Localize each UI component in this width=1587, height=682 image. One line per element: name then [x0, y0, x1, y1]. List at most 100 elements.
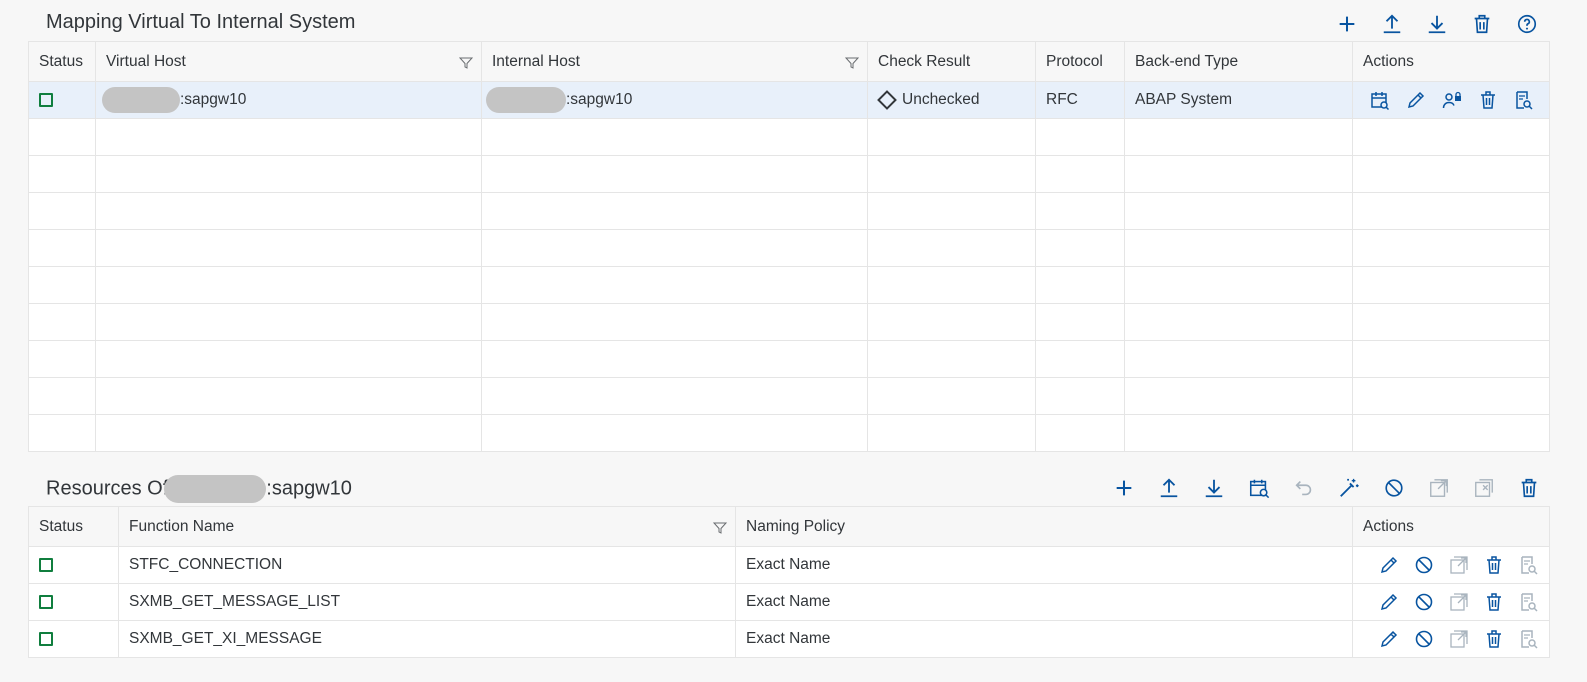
- function-name-cell: SXMB_GET_XI_MESSAGE: [118, 620, 736, 658]
- download-icon: [1205, 479, 1223, 498]
- delete-row-button[interactable]: [1484, 555, 1504, 576]
- delete-icon: [1521, 478, 1537, 498]
- filter-icon[interactable]: [713, 521, 727, 535]
- download-icon: [1428, 15, 1446, 34]
- col-status: Status: [28, 41, 96, 82]
- col-status: Status: [28, 506, 119, 547]
- help-button[interactable]: [1515, 12, 1539, 36]
- popout-button[interactable]: [1449, 592, 1469, 613]
- view-details-button[interactable]: [1519, 629, 1539, 650]
- empty-row: [28, 377, 1550, 415]
- add-icon: [1339, 16, 1355, 32]
- resource-row[interactable]: SXMB_GET_MESSAGE_LIST Exact Name: [28, 583, 1550, 621]
- upload-icon: [1160, 478, 1178, 498]
- popout-icon: [1430, 479, 1448, 497]
- status-ok-icon: [39, 92, 53, 107]
- view-details-button[interactable]: [1519, 555, 1539, 576]
- empty-cell: [1124, 118, 1353, 156]
- check-resource-button[interactable]: [1247, 476, 1271, 500]
- disable-button[interactable]: [1414, 555, 1434, 576]
- undo-button[interactable]: [1292, 476, 1316, 500]
- filter-icon[interactable]: [459, 56, 473, 70]
- upload-resource-button[interactable]: [1157, 476, 1181, 500]
- disable-button[interactable]: [1414, 629, 1434, 650]
- upload-button[interactable]: [1380, 12, 1404, 36]
- add-button[interactable]: [1335, 12, 1359, 36]
- download-resource-button[interactable]: [1202, 476, 1226, 500]
- empty-cell: [481, 414, 868, 452]
- edit-button[interactable]: [1379, 629, 1399, 650]
- disable-button[interactable]: [1414, 592, 1434, 613]
- empty-cell: [481, 377, 868, 415]
- empty-cell: [481, 118, 868, 156]
- expand-button[interactable]: [1427, 476, 1451, 500]
- mapping-row[interactable]: :sapgw10 :sapgw10 Unchecked RFC ABAP Sys…: [28, 81, 1550, 119]
- col-virtual-host[interactable]: Virtual Host: [95, 41, 482, 82]
- delete-icon: [1487, 593, 1501, 611]
- status-cell: [28, 583, 119, 621]
- actions-cell: [1352, 583, 1550, 621]
- empty-cell: [1035, 340, 1125, 378]
- delete-row-button[interactable]: [1477, 90, 1498, 111]
- view-details-button[interactable]: [1519, 592, 1539, 613]
- resource-row[interactable]: SXMB_GET_XI_MESSAGE Exact Name: [28, 620, 1550, 658]
- empty-cell: [867, 155, 1036, 193]
- resources-header-row: Status Function Name Naming Policy Actio…: [28, 506, 1550, 547]
- delete-button[interactable]: [1470, 12, 1494, 36]
- delete-row-button[interactable]: [1484, 592, 1504, 613]
- resource-row[interactable]: STFC_CONNECTION Exact Name: [28, 546, 1550, 584]
- empty-row: [28, 155, 1550, 193]
- empty-cell: [1124, 414, 1353, 452]
- col-actions: Actions: [1352, 41, 1550, 82]
- collapse-button[interactable]: [1472, 476, 1496, 500]
- empty-cell: [28, 266, 96, 304]
- protocol-cell: RFC: [1035, 81, 1125, 119]
- undo-icon: [1295, 480, 1312, 496]
- empty-cell: [481, 340, 868, 378]
- delete-icon: [1487, 556, 1501, 574]
- col-internal-host[interactable]: Internal Host: [481, 41, 868, 82]
- add-resource-button[interactable]: [1112, 476, 1136, 500]
- empty-cell: [1124, 303, 1353, 341]
- empty-row: [28, 303, 1550, 341]
- pencil-icon: [1380, 593, 1398, 611]
- empty-cell: [1035, 266, 1125, 304]
- virtual-host-cell: :sapgw10: [95, 81, 482, 119]
- status-ok-icon: [39, 594, 53, 609]
- col-virtual-host-label: Virtual Host: [106, 52, 186, 70]
- empty-cell: [1035, 155, 1125, 193]
- internal-host-cell: :sapgw10: [481, 81, 868, 119]
- empty-row: [28, 118, 1550, 156]
- empty-cell: [1352, 266, 1550, 304]
- empty-cell: [1352, 377, 1550, 415]
- popout-button[interactable]: [1449, 629, 1469, 650]
- principal-access-button[interactable]: [1441, 90, 1462, 111]
- disable-button[interactable]: [1382, 476, 1406, 500]
- empty-cell: [95, 192, 482, 230]
- upload-icon: [1383, 14, 1401, 34]
- empty-cell: [1035, 192, 1125, 230]
- empty-cell: [481, 266, 868, 304]
- edit-button[interactable]: [1405, 90, 1426, 111]
- wizard-button[interactable]: [1337, 476, 1361, 500]
- check-availability-button[interactable]: [1369, 90, 1390, 111]
- internal-host-value: :sapgw10: [566, 91, 633, 109]
- col-function-name[interactable]: Function Name: [118, 506, 736, 547]
- function-name-cell: SXMB_GET_MESSAGE_LIST: [118, 583, 736, 621]
- edit-button[interactable]: [1379, 592, 1399, 613]
- empty-cell: [28, 340, 96, 378]
- col-naming-policy: Naming Policy: [735, 506, 1353, 547]
- delete-row-button[interactable]: [1484, 629, 1504, 650]
- popout-button[interactable]: [1449, 555, 1469, 576]
- empty-cell: [867, 303, 1036, 341]
- empty-cell: [1035, 229, 1125, 267]
- view-details-button[interactable]: [1513, 90, 1534, 111]
- delete-resource-button[interactable]: [1517, 476, 1541, 500]
- download-button[interactable]: [1425, 12, 1449, 36]
- empty-cell: [481, 229, 868, 267]
- filter-icon[interactable]: [845, 56, 859, 70]
- virtual-host-value: :sapgw10: [180, 91, 247, 109]
- edit-button[interactable]: [1379, 555, 1399, 576]
- disable-icon: [1415, 556, 1433, 574]
- empty-cell: [1352, 414, 1550, 452]
